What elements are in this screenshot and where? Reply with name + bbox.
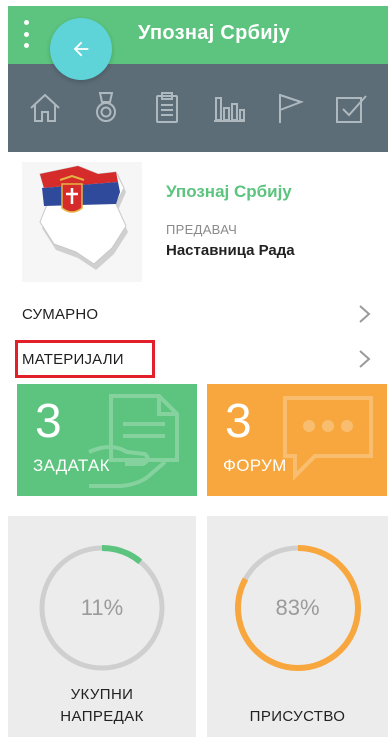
app-title: Упознај Србију — [138, 22, 291, 44]
course-header: Упознај Србију ПРЕДАВАЧ Наставница Рада — [8, 152, 388, 292]
chevron-right-icon — [359, 305, 371, 323]
progress-value: 11% — [80, 595, 124, 620]
forum-tile[interactable]: 3 ФОРУМ — [207, 384, 387, 496]
checkbox-icon — [336, 95, 368, 123]
home-icon — [29, 93, 60, 122]
nav-checklist[interactable] — [329, 86, 373, 130]
flag-icon — [278, 94, 304, 123]
progress-label: УКУПНИ НАПРЕДАК — [8, 684, 196, 728]
nav-home[interactable] — [23, 86, 67, 130]
course-image — [22, 162, 142, 282]
chat-bubble-icon — [283, 396, 373, 481]
highlight-frame — [15, 340, 155, 378]
nav-achievements[interactable] — [84, 86, 128, 130]
forum-count: 3 — [225, 395, 252, 448]
lecturer-label: ПРЕДАВАЧ — [166, 222, 238, 237]
nav-stats[interactable] — [207, 86, 251, 130]
back-button[interactable] — [50, 18, 112, 80]
attendance-ring: 83% — [232, 542, 364, 674]
progress-label-line1: УКУПНИ — [70, 686, 134, 703]
section-nav — [8, 64, 388, 152]
arrow-left-icon — [73, 41, 89, 57]
medal-icon — [95, 92, 116, 122]
progress-label-line2: НАПРЕДАК — [60, 708, 144, 725]
attendance-label: ПРИСУСТВО — [249, 708, 346, 725]
assignment-tile[interactable]: 3 ЗАДАТАК — [17, 384, 197, 496]
lecturer-name: Наставница Рада — [166, 242, 295, 259]
course-title: Упознај Србију — [166, 182, 292, 201]
forum-label: ФОРУМ — [223, 456, 287, 475]
summary-label: СУМАРНО — [22, 305, 99, 323]
more-vert-icon[interactable] — [22, 20, 30, 48]
bar-chart-icon — [213, 97, 245, 122]
progress-card[interactable]: 11% УКУПНИ НАПРЕДАК — [8, 516, 196, 737]
materials-row[interactable]: МАТЕРИЈАЛИ — [8, 338, 388, 380]
progress-ring: 11% — [36, 542, 168, 674]
nav-tasks[interactable] — [145, 86, 189, 130]
attendance-card[interactable]: 83% ПРИСУСТВО — [207, 516, 388, 737]
nav-goals[interactable] — [268, 86, 312, 130]
clipboard-icon — [156, 92, 179, 123]
assignment-count: 3 — [35, 395, 62, 448]
attendance-value: 83% — [275, 595, 320, 620]
assignment-label: ЗАДАТАК — [33, 456, 110, 475]
summary-row[interactable]: СУМАРНО — [8, 293, 388, 335]
serbia-map-flag-image — [39, 165, 128, 270]
chevron-right-icon — [359, 350, 371, 368]
